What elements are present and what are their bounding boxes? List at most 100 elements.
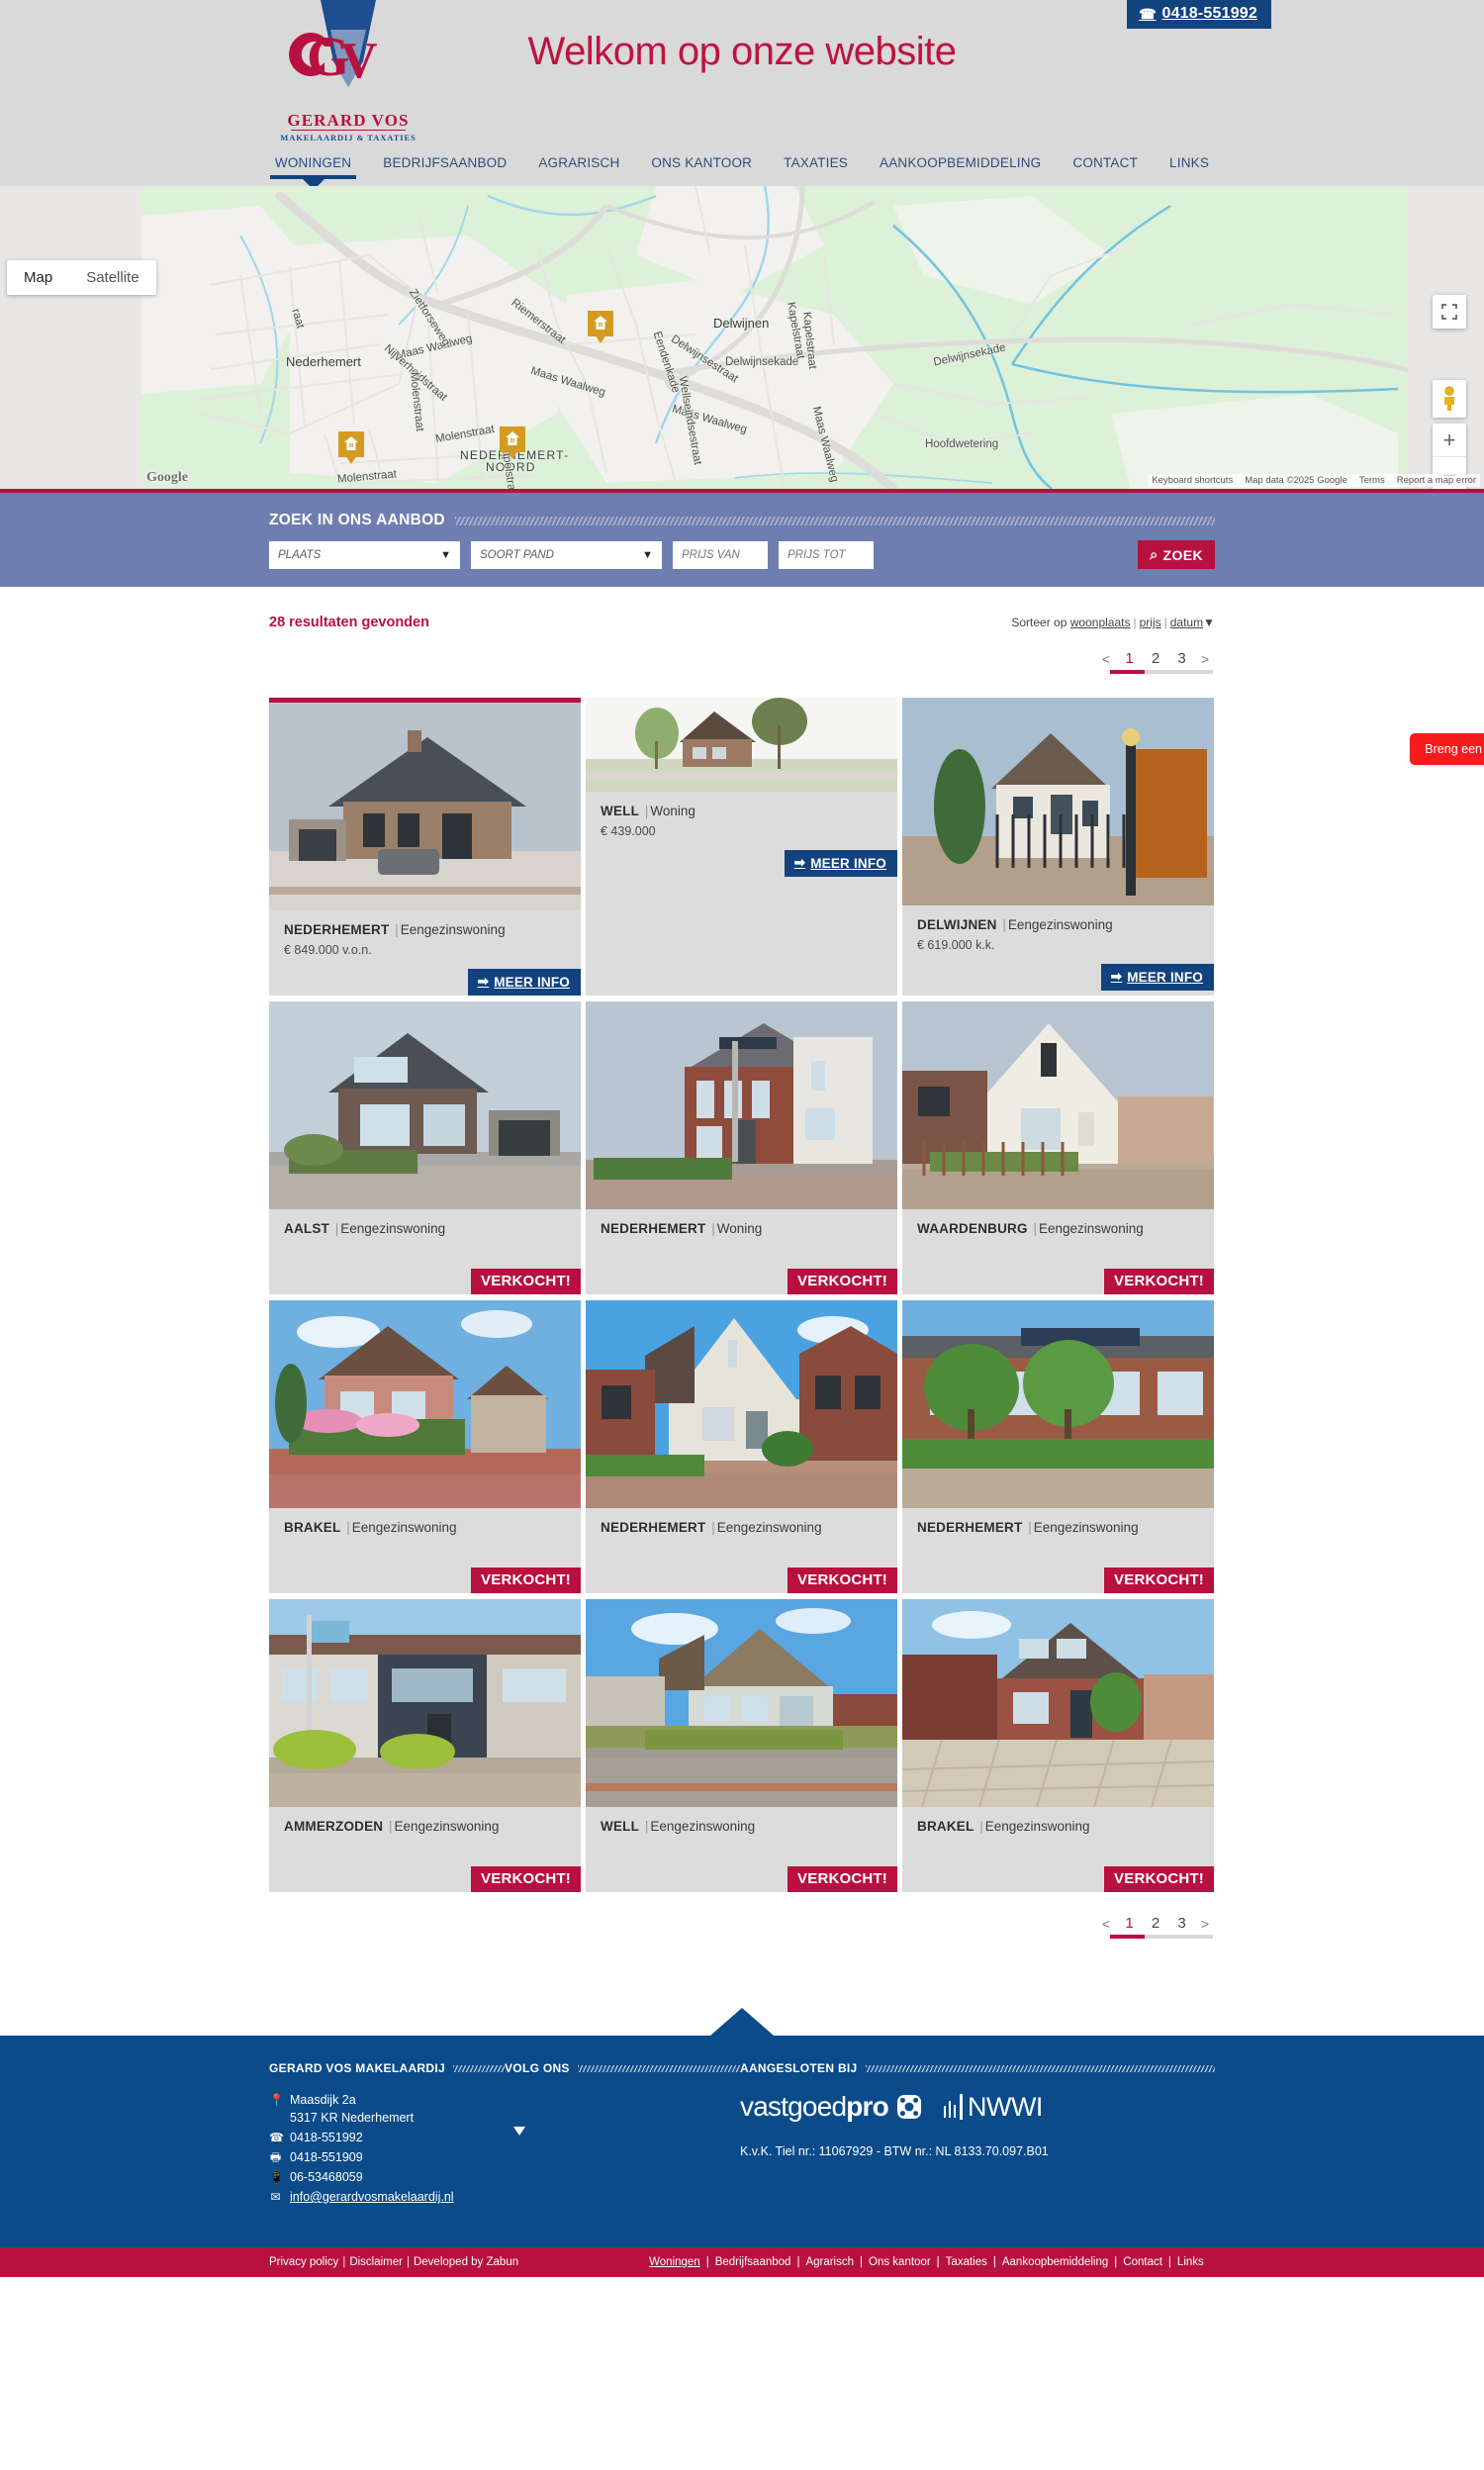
sort-by-woonplaats[interactable]: woonplaats bbox=[1070, 616, 1131, 629]
nav-item-woningen[interactable]: WONINGEN bbox=[269, 152, 357, 190]
property-photo[interactable] bbox=[586, 1300, 897, 1508]
nwwi-logo: NWWI bbox=[943, 2092, 1043, 2123]
property-title: BRAKEL | Eengezinswoning bbox=[917, 1819, 1090, 1834]
page-3-button[interactable]: 3 bbox=[1169, 650, 1195, 667]
footer-nav-link-aankoopbemiddeling[interactable]: Aankoopbemiddeling bbox=[1002, 2256, 1108, 2268]
page-prev-button-bottom[interactable]: < bbox=[1096, 1916, 1116, 1932]
property-card[interactable]: WELL | Woning € 439.000 ➡ MEER INFO bbox=[586, 698, 897, 996]
property-type: Eengezinswoning bbox=[394, 1819, 500, 1834]
footer-nav-link-links[interactable]: Links bbox=[1177, 2256, 1204, 2268]
property-card[interactable]: NEDERHEMERT | Eengezinswoning VERKOCHT! bbox=[586, 1300, 897, 1593]
property-card[interactable]: AMMERZODEN | Eengezinswoning VERKOCHT! bbox=[269, 1599, 581, 1892]
sort-by-datum[interactable]: datum bbox=[1170, 616, 1203, 629]
nav-item-contact[interactable]: CONTACT bbox=[1070, 152, 1140, 179]
zoom-in-button[interactable]: + bbox=[1433, 424, 1466, 457]
property-card[interactable]: WELL | Eengezinswoning VERKOCHT! bbox=[586, 1599, 897, 1892]
map-type-map[interactable]: Map bbox=[7, 260, 69, 295]
property-photo[interactable] bbox=[269, 1001, 581, 1209]
nav-item-aankoopbemiddeling[interactable]: AANKOOPBEMIDDELING bbox=[878, 152, 1043, 179]
footer-legal-link-disclaimer[interactable]: Disclaimer bbox=[349, 2256, 403, 2268]
map-section[interactable]: NederhemertDelwijnenNEDERHEMERT-NOORDMaa… bbox=[0, 186, 1484, 493]
property-info: WAARDENBURG | Eengezinswoning bbox=[902, 1209, 1214, 1267]
property-type: Eengezinswoning bbox=[1033, 1520, 1139, 1535]
property-title: NEDERHEMERT | Eengezinswoning bbox=[601, 1520, 822, 1535]
meer-info-button[interactable]: ➡ MEER INFO bbox=[784, 850, 897, 877]
property-photo[interactable] bbox=[902, 1599, 1214, 1807]
footer-legal-link-developed-by-zabun[interactable]: Developed by Zabun bbox=[414, 2256, 518, 2268]
map-house-marker[interactable] bbox=[338, 431, 364, 464]
map-attribution: Keyboard shortcuts Map data ©2025 Google T… bbox=[1148, 474, 1480, 487]
prijs-van-input[interactable] bbox=[673, 540, 768, 569]
property-photo[interactable] bbox=[902, 698, 1214, 905]
footer-nav-link-bedrijfsaanbod[interactable]: Bedrijfsaanbod bbox=[715, 2256, 791, 2268]
page-next-button[interactable]: > bbox=[1195, 651, 1215, 667]
sort-direction-icon[interactable]: ▼ bbox=[1203, 616, 1215, 629]
map-attribution-item[interactable]: Map data ©2025 Google bbox=[1245, 475, 1347, 486]
property-card[interactable]: BRAKEL | Eengezinswoning VERKOCHT! bbox=[902, 1599, 1214, 1892]
meer-info-button[interactable]: ➡ MEER INFO bbox=[467, 969, 581, 996]
page-prev-button[interactable]: < bbox=[1096, 651, 1116, 667]
map-type-satellite[interactable]: Satellite bbox=[69, 260, 155, 295]
soort-pand-select[interactable]: SOORT PAND ▼ bbox=[471, 540, 662, 569]
footer-affiliations-title: AANGESLOTEN BIJ bbox=[740, 2061, 858, 2075]
footer-nav-link-woningen[interactable]: Woningen bbox=[649, 2256, 700, 2268]
map-type-buttons[interactable]: Map Satellite bbox=[7, 260, 156, 295]
property-title: WELL | Eengezinswoning bbox=[601, 1819, 756, 1834]
property-photo[interactable] bbox=[586, 1001, 897, 1209]
map-attribution-item[interactable]: Keyboard shortcuts bbox=[1152, 475, 1233, 486]
map-house-marker[interactable] bbox=[588, 311, 613, 343]
property-card[interactable]: DELWIJNEN | Eengezinswoning € 619.000 k.k.… bbox=[902, 698, 1214, 996]
footer-email-link[interactable]: info@gerardvosmakelaardij.nl bbox=[290, 2188, 454, 2206]
property-photo[interactable] bbox=[586, 1599, 897, 1807]
property-photo[interactable] bbox=[902, 1300, 1214, 1508]
property-photo[interactable] bbox=[269, 1300, 581, 1508]
status-badge-sold: VERKOCHT! bbox=[788, 1269, 897, 1294]
property-card[interactable]: NEDERHEMERT | Woning VERKOCHT! bbox=[586, 1001, 897, 1294]
meer-info-label: MEER INFO bbox=[810, 855, 886, 871]
property-card[interactable]: BRAKEL | Eengezinswoning VERKOCHT! bbox=[269, 1300, 581, 1593]
property-photo[interactable] bbox=[269, 703, 581, 910]
map-attribution-item[interactable]: Report a map error bbox=[1397, 475, 1476, 486]
page-1-button-bottom[interactable]: 1 bbox=[1117, 1915, 1143, 1932]
nav-item-agrarisch[interactable]: AGRARISCH bbox=[536, 152, 621, 179]
pegman-icon[interactable] bbox=[1433, 380, 1466, 418]
footer-nav-link-agrarisch[interactable]: Agrarisch bbox=[805, 2256, 854, 2268]
property-card[interactable]: AALST | Eengezinswoning VERKOCHT! bbox=[269, 1001, 581, 1294]
property-photo[interactable] bbox=[269, 1599, 581, 1807]
map-house-marker[interactable] bbox=[500, 427, 525, 459]
site-logo[interactable]: G V GERARD VOS MAKELAARDIJ & TAXATIES bbox=[269, 0, 427, 148]
property-type: Woning bbox=[716, 1221, 763, 1236]
page-3-button-bottom[interactable]: 3 bbox=[1169, 1915, 1195, 1932]
property-card[interactable]: NEDERHEMERT | Eengezinswoning VERKOCHT! bbox=[902, 1300, 1214, 1593]
sort-by-prijs[interactable]: prijs bbox=[1140, 616, 1161, 629]
map-canvas[interactable]: NederhemertDelwijnenNEDERHEMERT-NOORDMaa… bbox=[141, 186, 1408, 489]
property-photo[interactable] bbox=[902, 1001, 1214, 1209]
prijs-tot-input[interactable] bbox=[779, 540, 874, 569]
property-photo[interactable] bbox=[586, 698, 897, 792]
property-card-footer: VERKOCHT! bbox=[586, 1566, 897, 1593]
footer-contact-title: GERARD VOS MAKELAARDIJ bbox=[269, 2061, 445, 2075]
page-2-button-bottom[interactable]: 2 bbox=[1143, 1915, 1168, 1932]
breng-een-bod-uit-button[interactable]: Breng een bod uit bbox=[1410, 733, 1484, 765]
fullscreen-icon[interactable] bbox=[1433, 295, 1466, 329]
property-info: DELWIJNEN | Eengezinswoning € 619.000 k.k. bbox=[902, 905, 1214, 963]
plaats-select[interactable]: PLAATS ▼ bbox=[269, 540, 460, 569]
nav-item-taxaties[interactable]: TAXATIES bbox=[782, 152, 850, 179]
page-2-button[interactable]: 2 bbox=[1143, 650, 1168, 667]
property-card[interactable]: NEDERHEMERT | Eengezinswoning € 849.000 v.… bbox=[269, 698, 581, 996]
nav-item-links[interactable]: LINKS bbox=[1167, 152, 1211, 179]
property-info: BRAKEL | Eengezinswoning bbox=[269, 1508, 581, 1566]
map-attribution-item[interactable]: Terms bbox=[1359, 475, 1385, 486]
property-card[interactable]: WAARDENBURG | Eengezinswoning VERKOCHT! bbox=[902, 1001, 1214, 1294]
page-next-button-bottom[interactable]: > bbox=[1195, 1916, 1215, 1932]
footer-legal-link-privacy-policy[interactable]: Privacy policy bbox=[269, 2256, 338, 2268]
page-1-button[interactable]: 1 bbox=[1117, 650, 1143, 667]
nav-item-bedrijfsaanbod[interactable]: BEDRIJFSAANBOD bbox=[381, 152, 509, 179]
footer-nav-link-contact[interactable]: Contact bbox=[1123, 2256, 1162, 2268]
nav-item-ons-kantoor[interactable]: ONS KANTOOR bbox=[649, 152, 754, 179]
header-phone-link[interactable]: ☎ 0418-551992 bbox=[1126, 0, 1271, 29]
footer-nav-link-taxaties[interactable]: Taxaties bbox=[946, 2256, 987, 2268]
search-button[interactable]: ⌕ ZOEK bbox=[1138, 540, 1215, 569]
footer-nav-link-ons-kantoor[interactable]: Ons kantoor bbox=[869, 2256, 931, 2268]
meer-info-button[interactable]: ➡ MEER INFO bbox=[1100, 964, 1214, 991]
